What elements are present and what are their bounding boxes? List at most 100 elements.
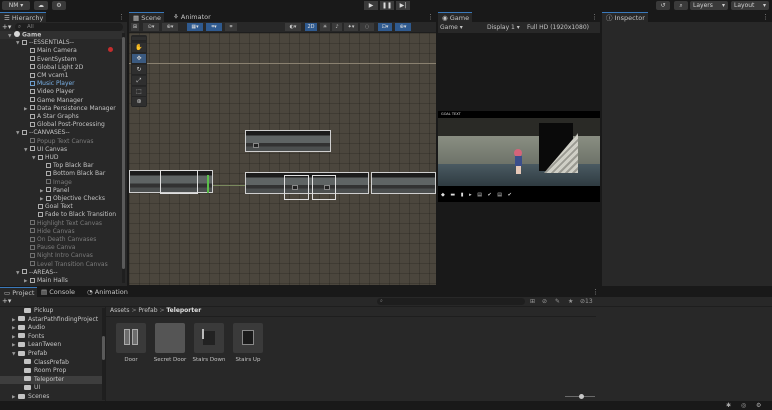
game-view-dropdown[interactable]: Game ▾ <box>440 22 463 33</box>
hierarchy-row[interactable]: Game Manager <box>0 97 124 105</box>
search-icon[interactable]: ⌕ <box>674 1 688 10</box>
breadcrumb-assets[interactable]: Assets <box>110 307 130 314</box>
folder-row[interactable]: UI <box>0 384 102 393</box>
pause-button[interactable]: ❚❚ <box>380 1 394 10</box>
folder-row[interactable]: Pickup <box>0 307 102 316</box>
breadcrumb-prefab[interactable]: Prefab <box>138 307 157 314</box>
hierarchy-row[interactable]: Fade to Black Transition <box>0 211 124 219</box>
cloud-icon[interactable]: ☁ <box>34 1 48 10</box>
panel-menu-icon[interactable]: ⋮ <box>118 12 125 22</box>
tab-scene[interactable]: ▦ Scene <box>129 12 165 22</box>
tab-game[interactable]: ◉ Game <box>438 12 473 22</box>
hierarchy-row[interactable]: Highlight Text Canvas <box>0 220 124 228</box>
hierarchy-row[interactable]: Pause Canva <box>0 244 124 252</box>
hierarchy-row[interactable]: Music Player <box>0 80 124 88</box>
hierarchy-row[interactable]: Night Intro Canvas <box>0 252 124 260</box>
grid-snap-toggle[interactable]: ▦▾ <box>187 23 203 31</box>
hierarchy-row[interactable]: ▶ Data Persistence Manager <box>0 105 124 113</box>
folder-row[interactable]: Teleporter <box>0 375 102 385</box>
scene-camera-dropdown[interactable]: ⊡▾ <box>378 23 392 31</box>
rect-tool-icon[interactable]: ⬚ <box>132 87 146 97</box>
2d-toggle[interactable]: 2D <box>305 23 317 31</box>
tab-animation[interactable]: ◔ Animation <box>83 287 131 297</box>
progress-icon[interactable]: ◎ <box>741 401 746 410</box>
gizmo-pivot-toggle[interactable]: ⊙▾ <box>143 23 159 31</box>
asset-stairs-down[interactable]: Stairs Down <box>192 323 226 363</box>
asset-door[interactable]: Door <box>114 323 148 363</box>
folder-row[interactable]: Room Prop <box>0 367 102 376</box>
room-upper[interactable] <box>245 130 331 152</box>
breadcrumb-teleporter[interactable]: Teleporter <box>166 307 201 314</box>
move-tool-icon[interactable]: ✥ <box>132 54 146 64</box>
folder-row[interactable]: ▶ Scenes <box>0 393 102 401</box>
folder-row[interactable]: ▶ AstarPathfindingProject <box>0 316 102 325</box>
hierarchy-row[interactable]: Level Transition Canvas <box>0 261 124 269</box>
layout-dropdown[interactable]: Layout ▾ <box>731 1 769 10</box>
tab-animator[interactable]: ⚘ Animator <box>169 12 214 22</box>
hierarchy-row[interactable]: ▼ Game <box>0 31 124 40</box>
asset-stairs-up[interactable]: Stairs Up <box>231 323 265 363</box>
hidden-packages-badge[interactable]: ⊘13 <box>580 297 593 306</box>
hierarchy-row[interactable]: ▼ UI Canvas <box>0 146 124 154</box>
scene-viewport[interactable]: ✋ ✥ ↻ ⤢ ⬚ ⊛ <box>129 33 436 285</box>
project-search-input[interactable]: ⌕ <box>377 298 525 305</box>
view-options-icon[interactable]: ⊞ <box>131 23 139 31</box>
hierarchy-row[interactable]: EventSystem <box>0 56 124 64</box>
panel-menu-icon[interactable]: ⋮ <box>427 12 434 22</box>
transform-tool-icon[interactable]: ⊛ <box>132 97 146 107</box>
hierarchy-row[interactable]: Video Player <box>0 88 124 96</box>
tab-hierarchy[interactable]: ☰ Hierarchy <box>0 12 47 22</box>
folder-row[interactable]: ▶ Audio <box>0 324 102 333</box>
hierarchy-row[interactable]: Goal Text <box>0 203 124 211</box>
hierarchy-row[interactable]: Global Post-Processing <box>0 121 124 129</box>
hierarchy-row[interactable]: ▼ --CANVASES-- <box>0 129 124 137</box>
account-dropdown[interactable]: NM ▾ <box>2 1 30 10</box>
tab-project[interactable]: ▭ Project <box>0 287 38 297</box>
gizmos-dropdown[interactable]: ⊕▾ <box>395 23 411 31</box>
scale-tool-icon[interactable]: ⤢ <box>132 76 146 86</box>
layers-dropdown[interactable]: Layers ▾ <box>690 1 728 10</box>
hierarchy-row[interactable]: Hide Canvas <box>0 228 124 236</box>
folder-row[interactable]: ▶ Fonts <box>0 333 102 342</box>
hierarchy-row[interactable]: Global Light 2D <box>0 64 124 72</box>
hierarchy-row[interactable]: ▶ Panel <box>0 187 124 195</box>
panel-menu-icon[interactable]: ⋮ <box>592 287 599 297</box>
folder-row[interactable]: ClassPrefab <box>0 359 102 368</box>
hierarchy-scrollbar[interactable] <box>122 33 125 283</box>
hierarchy-row[interactable]: Main Camera <box>0 47 124 55</box>
rotate-tool-icon[interactable]: ↻ <box>132 65 146 75</box>
save-search-icon[interactable]: ✎ <box>555 297 560 306</box>
collab-icon[interactable]: ⚙ <box>52 1 66 10</box>
tab-console[interactable]: ▤ Console <box>37 287 78 297</box>
play-button[interactable]: ▶ <box>364 1 378 10</box>
add-button[interactable]: +▾ <box>2 23 11 31</box>
hierarchy-row[interactable]: ▶ Objective Checks <box>0 195 124 203</box>
draw-mode-dropdown[interactable]: ◐▾ <box>285 23 301 31</box>
folder-row[interactable]: ▼ Prefab <box>0 350 102 359</box>
palette-grip[interactable] <box>132 37 146 41</box>
tab-inspector[interactable]: ⓘ Inspector <box>602 12 648 22</box>
hidden-objects-toggle[interactable]: ◌ <box>360 23 374 31</box>
lighting-icon[interactable]: ☀ <box>320 23 330 31</box>
hierarchy-row[interactable]: Bottom Black Bar <box>0 170 124 178</box>
bug-report-icon[interactable]: ✱ <box>726 401 731 410</box>
hierarchy-row[interactable]: On Death Canvases <box>0 236 124 244</box>
hand-tool-icon[interactable]: ✋ <box>132 43 146 53</box>
splitter[interactable] <box>105 307 106 401</box>
create-asset-button[interactable]: +▾ <box>2 297 11 306</box>
snap-settings-icon[interactable]: ⌗ <box>225 23 237 31</box>
settings-icon[interactable]: ⚙ <box>756 401 761 410</box>
resolution-dropdown[interactable]: Full HD (1920x1080) <box>527 22 589 33</box>
hierarchy-row[interactable]: Popup Text Canvas <box>0 138 124 146</box>
filter-label-icon[interactable]: ⊘ <box>542 297 547 306</box>
global-local-toggle[interactable]: ⊕▾ <box>162 23 178 31</box>
slider-handle[interactable] <box>579 394 584 399</box>
hierarchy-search-input[interactable]: ⌕ All <box>15 23 123 31</box>
history-icon[interactable]: ↺ <box>656 1 670 10</box>
audio-icon[interactable]: ♪ <box>332 23 342 31</box>
asset-secret-door[interactable]: Secret Door <box>153 323 187 363</box>
hierarchy-row[interactable]: CM vcam1 <box>0 72 124 80</box>
folder-row[interactable]: ▶ LeanTween <box>0 341 102 350</box>
favorite-star-icon[interactable]: ★ <box>568 297 573 306</box>
display-dropdown[interactable]: Display 1 ▾ <box>487 22 520 33</box>
